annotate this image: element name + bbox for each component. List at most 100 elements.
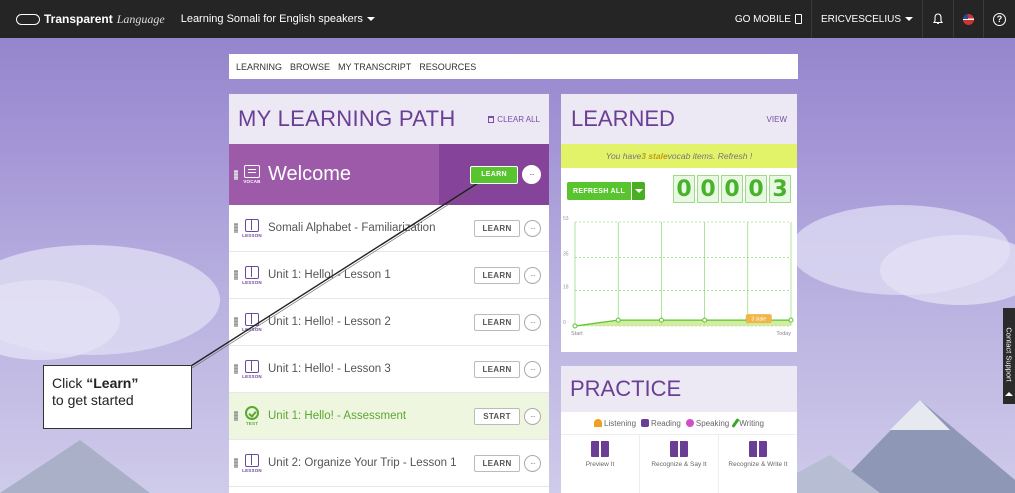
more-options-button[interactable]: ··· (524, 360, 541, 378)
learned-header: LEARNED VIEW (561, 94, 797, 144)
skill-listening[interactable]: Listening (594, 419, 636, 428)
drag-handle-icon[interactable] (234, 223, 238, 233)
mode-recognize-say-it[interactable]: Recognize & Say It (640, 435, 719, 493)
brand-logo[interactable]: Transparent Language (16, 12, 165, 27)
language-flag-button[interactable] (953, 0, 983, 38)
learn-button[interactable]: LEARN (474, 313, 520, 331)
item-type: LESSON (242, 359, 262, 379)
go-mobile-label: GO MOBILE (734, 13, 791, 25)
skill-speaking[interactable]: Speaking (685, 418, 730, 428)
mode-label: Preview It (585, 461, 615, 468)
learning-path-panel: MY LEARNING PATH CLEAR ALL VOCAB Welcome… (229, 94, 549, 493)
headphones-icon (594, 419, 603, 427)
refresh-dropdown-button[interactable] (632, 182, 646, 200)
item-title: Unit 2: Organize Your Trip - Lesson 1 (268, 457, 457, 469)
item-title: Welcome (268, 163, 351, 185)
skill-label: Speaking (695, 418, 730, 428)
item-title: Unit 1: Hello! - Assessment (268, 410, 407, 422)
item-type: LESSON (242, 265, 262, 285)
item-title: Somali Alphabet - Familiarization (268, 222, 436, 234)
phone-icon (794, 14, 802, 24)
learn-button[interactable]: LEARN (474, 360, 520, 378)
chevron-down-icon (634, 189, 643, 193)
vocab-cards-icon (244, 165, 260, 178)
y-tick-label: 18 (563, 285, 569, 291)
refresh-all-button[interactable]: REFRESH ALL (567, 182, 632, 200)
logo-strong-text: Transparent (44, 12, 113, 26)
trash-icon (488, 115, 495, 123)
item-type-label: LESSON (242, 232, 262, 238)
course-dropdown[interactable]: Learning Somali for English speakers (181, 13, 375, 25)
path-item-unit1-lesson2[interactable]: LESSON Unit 1: Hello! - Lesson 2 LEARN ·… (229, 299, 549, 346)
tab-learning[interactable]: LEARNING (235, 62, 283, 72)
tab-browse[interactable]: BROWSE (289, 62, 331, 72)
more-options-button[interactable]: ··· (524, 313, 541, 331)
item-type-label: LESSON (242, 279, 262, 285)
item-type-label: LESSON (242, 326, 262, 332)
path-item-alphabet[interactable]: LESSON Somali Alphabet - Familiarization… (229, 205, 549, 252)
path-item-unit1-lesson3[interactable]: LESSON Unit 1: Hello! - Lesson 3 LEARN ·… (229, 346, 549, 393)
stale-notice[interactable]: You have 3 stale vocab items. Refresh ! (561, 144, 797, 168)
lesson-book-icon (245, 453, 259, 467)
stale-count: 3 stale (641, 151, 668, 161)
view-link[interactable]: VIEW (767, 115, 787, 124)
path-item-welcome[interactable]: VOCAB Welcome LEARN ··· (229, 144, 549, 205)
practice-modes: Preview It Recognize & Say It Recognize … (561, 434, 797, 493)
y-tick-label: 53 (563, 216, 569, 222)
learn-button[interactable]: LEARN (474, 454, 520, 472)
item-type: LESSON (242, 218, 262, 238)
item-title: Unit 1: Hello! - Lesson 2 (268, 316, 391, 328)
drag-handle-icon[interactable] (234, 458, 238, 468)
go-mobile-link[interactable]: GO MOBILE (726, 0, 811, 38)
data-point (788, 317, 794, 323)
drag-handle-icon[interactable] (234, 411, 238, 421)
drag-handle-icon[interactable] (234, 169, 238, 180)
learned-counter: 0 0 0 0 3 (673, 175, 791, 203)
user-menu[interactable]: ERICVESCELIUS (810, 0, 922, 38)
item-type: LESSON (242, 312, 262, 332)
more-options-button[interactable]: ··· (524, 407, 541, 425)
speech-bubble-icon (685, 419, 694, 427)
notifications-button[interactable] (922, 0, 953, 38)
learn-button[interactable]: LEARN (470, 165, 518, 184)
book-icon (670, 441, 688, 457)
clear-all-button[interactable]: CLEAR ALL (488, 115, 540, 124)
tab-resources[interactable]: RESOURCES (418, 62, 477, 72)
drag-handle-icon[interactable] (234, 364, 238, 374)
stale-badge-label: 3 stale (751, 317, 766, 323)
mode-preview-it[interactable]: Preview It (561, 435, 640, 493)
learn-button[interactable]: LEARN (474, 266, 520, 284)
path-item-unit2-lesson1[interactable]: LESSON Unit 2: Organize Your Trip - Less… (229, 440, 549, 487)
practice-panel: PRACTICE Listening Reading Speaking Writ… (561, 366, 797, 493)
item-type-label: LESSON (242, 373, 262, 379)
item-title: Unit 1: Hello! - Lesson 1 (268, 269, 391, 281)
more-options-button[interactable]: ··· (524, 266, 541, 284)
skill-label: Writing (739, 418, 764, 428)
mode-label: Recognize & Say It (651, 461, 707, 468)
skill-writing[interactable]: Writing (731, 418, 764, 428)
tab-my-transcript[interactable]: MY TRANSCRIPT (337, 62, 412, 72)
learn-button[interactable]: LEARN (474, 219, 520, 237)
path-item-unit1-lesson1[interactable]: LESSON Unit 1: Hello! - Lesson 1 LEARN ·… (229, 252, 549, 299)
drag-handle-icon[interactable] (234, 270, 238, 280)
help-button[interactable]: ? (983, 0, 1015, 38)
start-button[interactable]: START (474, 407, 520, 425)
us-flag-icon (963, 13, 974, 25)
more-options-button[interactable]: ··· (524, 454, 541, 472)
callout-line-2: to get started (52, 392, 134, 408)
data-point (572, 323, 578, 329)
item-type-label: TEST (245, 421, 259, 426)
item-title: Unit 1: Hello! - Lesson 3 (268, 363, 391, 375)
drag-handle-icon[interactable] (234, 317, 238, 327)
more-options-button[interactable]: ··· (522, 165, 541, 184)
path-item-unit1-assessment[interactable]: TEST Unit 1: Hello! - Assessment START ·… (229, 393, 549, 440)
contact-support-tab[interactable]: Contact Support (1003, 308, 1015, 404)
callout-bold: “Learn” (86, 375, 139, 391)
skill-legend: Listening Reading Speaking Writing (561, 412, 797, 434)
learned-line-chart: 53 35 18 0 3 stale Start Today (563, 216, 794, 337)
skill-reading[interactable]: Reading (641, 419, 681, 428)
book-icon (641, 419, 650, 427)
more-options-button[interactable]: ··· (524, 219, 541, 237)
mode-recognize-write-it[interactable]: Recognize & Write It (719, 435, 797, 493)
top-navbar: Transparent Language Learning Somali for… (0, 0, 1015, 38)
